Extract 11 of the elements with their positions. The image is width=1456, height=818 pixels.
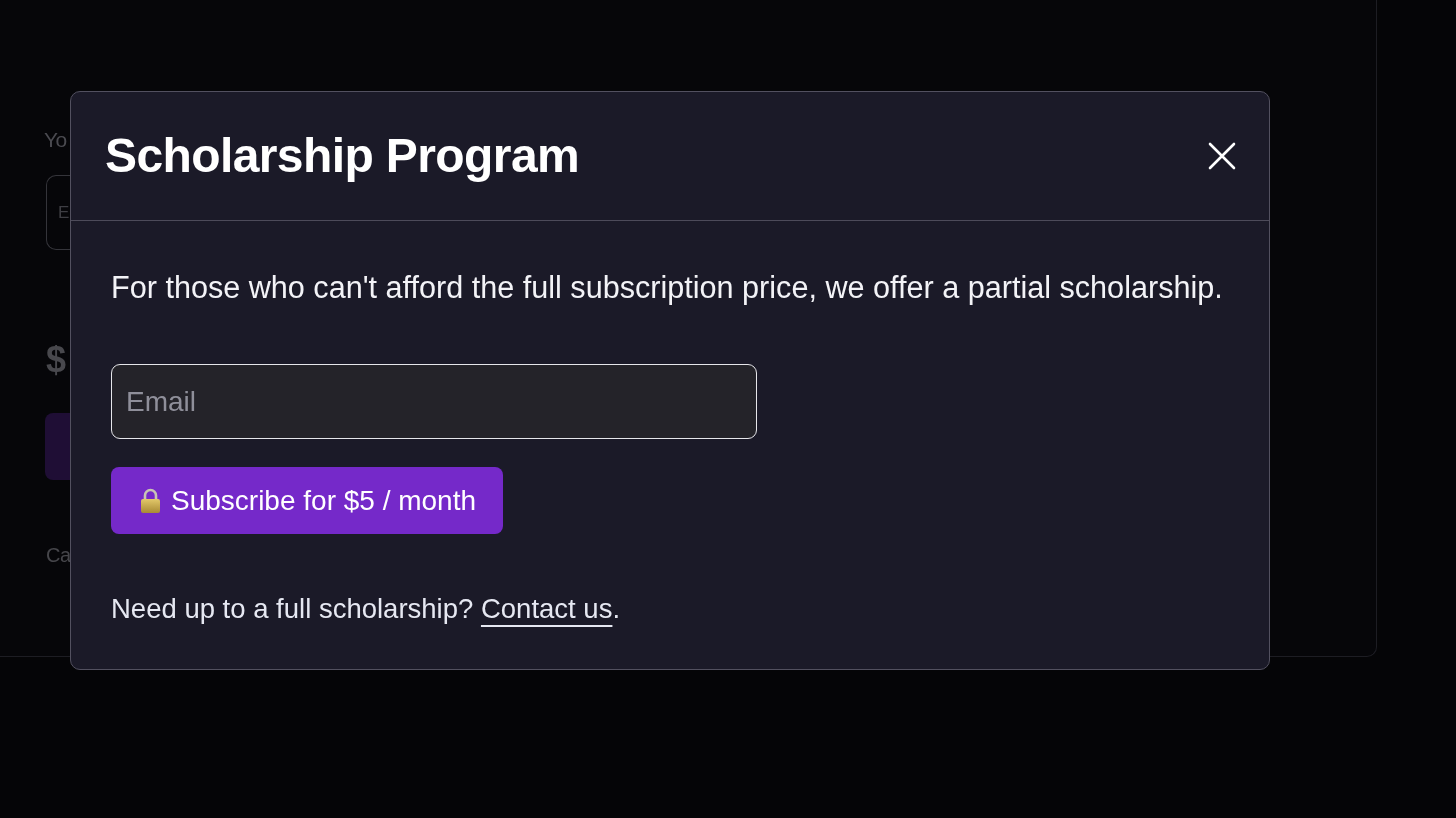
price-text: $ xyxy=(46,340,67,380)
contact-link[interactable]: Contact us xyxy=(480,593,613,624)
footer-text: Need up to a full scholarship? Contact us. xyxy=(111,592,621,626)
lock-icon xyxy=(140,488,161,513)
dialog-title: Scholarship Program xyxy=(105,128,580,184)
subscribe-button[interactable]: Subscribe for $5 / month xyxy=(111,467,504,534)
caption-text: Ca xyxy=(46,543,71,568)
email-field[interactable]: Email xyxy=(111,364,757,439)
close-icon xyxy=(1208,142,1236,170)
field-label: Yo xyxy=(44,127,67,153)
description-text: For those who can't afford the full subscription price, we offer a partial scholarship. xyxy=(111,269,1223,307)
